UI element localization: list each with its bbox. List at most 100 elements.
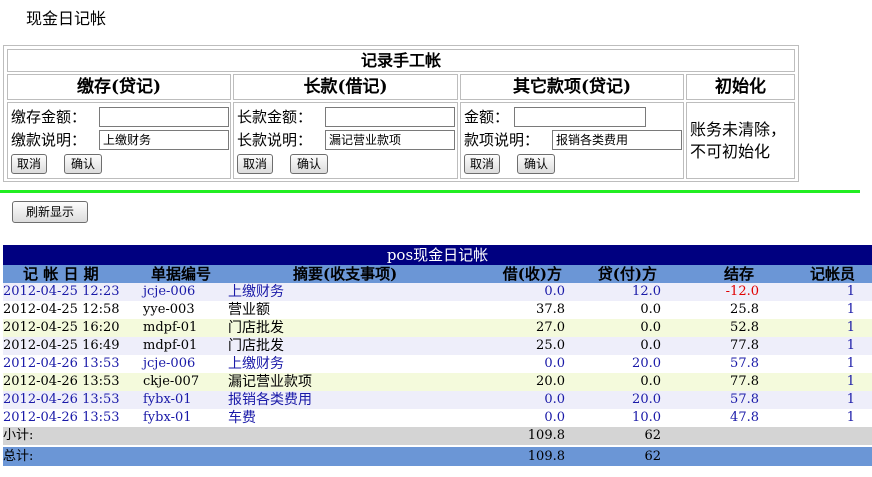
cell-doc-no: fybx-01: [143, 392, 192, 407]
cell-summary: 门店批发: [228, 320, 284, 336]
col-doc-no: 单据编号: [151, 265, 212, 283]
cell-debit: 0.0: [544, 392, 565, 407]
cell-debit: 27.0: [536, 320, 565, 335]
manual-entry-panel: 记录手工帐 缴存(贷记) 缴存金额： 缴款说明： 上缴财务 取消 确认 长款(借…: [3, 45, 799, 182]
ledger-header-row: 记 帐 日 期 单据编号 摘要(收支事项) 借(收)方 贷(付)方 结存 记帐员: [3, 265, 872, 283]
table-row: 2012-04-25 12:23 jcje-006 上缴财务 0.0 12.0 …: [3, 283, 872, 301]
cell-date: 2012-04-26 13:53: [3, 392, 120, 407]
deposit-desc-label: 缴款说明：: [11, 131, 87, 149]
cell-balance: -12.0: [725, 284, 759, 299]
cell-credit: 12.0: [632, 284, 661, 299]
cell-date: 2012-04-26 13:53: [3, 410, 120, 425]
cell-credit: 0.0: [640, 374, 661, 389]
cell-debit: 25.0: [536, 338, 565, 353]
total-row: 总计: 109.8 62: [3, 447, 872, 466]
cell-balance: 77.8: [730, 338, 759, 353]
total-debit: 109.8: [527, 449, 565, 464]
table-row: 2012-04-26 13:53 ckje-007 漏记营业款项 20.0 0.…: [3, 373, 872, 391]
cell-debit: 0.0: [544, 410, 565, 425]
cell-date: 2012-04-26 13:53: [3, 356, 120, 371]
cell-balance: 25.8: [730, 302, 759, 317]
cell-doc-no: fybx-01: [143, 410, 192, 425]
cell-summary: 上缴财务: [228, 356, 284, 372]
total-credit: 62: [644, 449, 661, 464]
init-note: 账务未清除， 不可初始化: [690, 119, 786, 163]
col-balance: 结存: [723, 265, 754, 283]
cell-summary: 门店批发: [228, 338, 284, 354]
init-note-line2: 不可初始化: [690, 142, 771, 161]
other-header: 其它款项(贷记): [460, 74, 684, 100]
page-title: 现金日记帐: [26, 9, 107, 28]
cell-balance: 57.8: [730, 356, 759, 371]
refresh-button[interactable]: 刷新显示: [12, 201, 88, 223]
init-note-line1: 账务未清除，: [690, 120, 787, 139]
table-row: 2012-04-26 13:53 fybx-01 车费 0.0 10.0 47.…: [3, 409, 872, 427]
cell-doc-no: yye-003: [143, 302, 195, 317]
cell-summary: 营业额: [228, 302, 270, 318]
cell-credit: 20.0: [632, 392, 661, 407]
col-summary: 摘要(收支事项): [293, 265, 398, 283]
other-confirm-button[interactable]: 确认: [517, 154, 555, 174]
cell-doc-no: jcje-006: [143, 356, 196, 371]
cell-debit: 20.0: [536, 374, 565, 389]
cell-summary: 上缴财务: [228, 284, 284, 300]
col-credit: 贷(付)方: [597, 265, 657, 283]
cell-date: 2012-04-25 12:58: [3, 302, 120, 317]
longcash-amount-field[interactable]: [325, 107, 455, 127]
deposit-cancel-button[interactable]: 取消: [11, 154, 47, 174]
longcash-desc-label: 长款说明：: [237, 131, 313, 149]
subtotal-label: 小计:: [3, 428, 34, 443]
cell-clerk: 1: [846, 320, 855, 335]
col-date: 记 帐 日 期: [23, 265, 99, 283]
cell-clerk: 1: [846, 392, 855, 407]
cell-credit: 20.0: [632, 356, 661, 371]
deposit-confirm-button[interactable]: 确认: [64, 154, 102, 174]
cell-summary: 报销各类费用: [228, 392, 312, 408]
cell-doc-no: jcje-006: [143, 284, 196, 299]
longcash-cancel-button[interactable]: 取消: [237, 154, 273, 174]
init-header: 初始化: [686, 74, 795, 100]
cell-clerk: 1: [846, 374, 855, 389]
cell-date: 2012-04-25 16:20: [3, 320, 120, 335]
cell-date: 2012-04-25 16:49: [3, 338, 120, 353]
cell-clerk: 1: [846, 410, 855, 425]
cell-summary: 漏记营业款项: [228, 374, 312, 390]
cell-balance: 47.8: [730, 410, 759, 425]
table-row: 2012-04-25 16:49 mdpf-01 门店批发 25.0 0.0 7…: [3, 337, 872, 355]
cell-debit: 0.0: [544, 284, 565, 299]
longcash-panel: 长款金额： 长款说明： 漏记营业款项 取消 确认: [233, 102, 458, 179]
cell-doc-no: mdpf-01: [143, 320, 198, 335]
cell-clerk: 1: [846, 338, 855, 353]
deposit-desc-field[interactable]: 上缴财务: [99, 130, 229, 150]
cell-balance: 52.8: [730, 320, 759, 335]
manual-entry-title: 记录手工帐: [7, 49, 795, 72]
cell-date: 2012-04-26 13:53: [3, 374, 120, 389]
table-row: 2012-04-26 13:53 jcje-006 上缴财务 0.0 20.0 …: [3, 355, 872, 373]
cell-credit: 0.0: [640, 320, 661, 335]
other-desc-field[interactable]: 报销各类费用: [552, 130, 682, 150]
section-divider: [0, 190, 860, 193]
deposit-amount-field[interactable]: [99, 107, 229, 127]
cell-doc-no: mdpf-01: [143, 338, 198, 353]
cell-doc-no: ckje-007: [143, 374, 200, 389]
subtotal-row: 小计: 109.8 62: [3, 427, 872, 445]
longcash-desc-field[interactable]: 漏记营业款项: [325, 130, 455, 150]
cell-credit: 0.0: [640, 302, 661, 317]
table-row: 2012-04-26 13:53 fybx-01 报销各类费用 0.0 20.0…: [3, 391, 872, 409]
total-label: 总计:: [3, 449, 34, 464]
cell-credit: 10.0: [632, 410, 661, 425]
other-panel: 金额： 款项说明： 报销各类费用 取消 确认: [460, 102, 684, 179]
subtotal-debit: 109.8: [527, 428, 565, 443]
cell-summary: 车费: [228, 410, 256, 426]
cell-debit: 0.0: [544, 356, 565, 371]
other-amount-label: 金额：: [464, 108, 510, 126]
cell-debit: 37.8: [536, 302, 565, 317]
other-amount-field[interactable]: [514, 107, 646, 127]
init-panel: 账务未清除， 不可初始化: [686, 102, 795, 179]
cell-credit: 0.0: [640, 338, 661, 353]
longcash-confirm-button[interactable]: 确认: [290, 154, 328, 174]
subtotal-credit: 62: [644, 428, 661, 443]
other-cancel-button[interactable]: 取消: [464, 154, 500, 174]
cash-ledger: pos现金日记帐 记 帐 日 期 单据编号 摘要(收支事项) 借(收)方 贷(付…: [3, 245, 872, 466]
deposit-panel: 缴存金额： 缴款说明： 上缴财务 取消 确认: [7, 102, 231, 179]
